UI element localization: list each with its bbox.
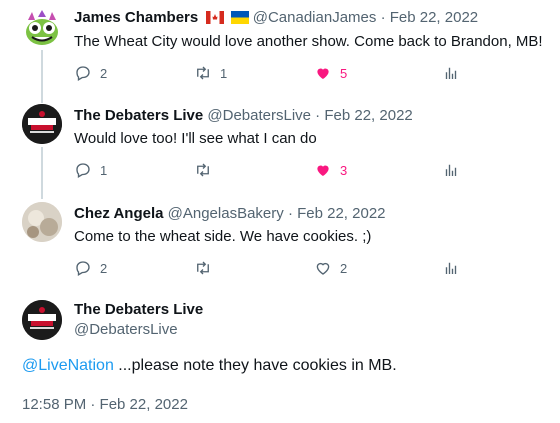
analytics-icon [445, 67, 457, 79]
reply-count: 1 [100, 162, 108, 178]
separator: · [287, 205, 293, 222]
tweet-actions: 2 2 [74, 258, 474, 278]
author-name[interactable]: The Debaters Live [74, 301, 203, 318]
heart-filled-icon [317, 165, 329, 176]
author-handle[interactable]: @DebatersLive [74, 321, 178, 338]
tweet-actions: 1 3 [74, 160, 474, 180]
thread-line [41, 95, 43, 103]
thread-line [41, 50, 43, 100]
like-count: 3 [340, 162, 348, 178]
retweet-icon [197, 66, 209, 80]
reply-tweet-1: James Chambers @CanadianJames · Feb 22, … [0, 0, 560, 100]
like-count: 2 [340, 260, 348, 276]
thread-line [41, 193, 43, 199]
main-tweet-body: ...please note they have cookies in MB. [113, 357, 397, 374]
author-name[interactable]: The Debaters Live [74, 107, 203, 124]
avatar[interactable] [22, 104, 62, 144]
retweet-icon [197, 163, 209, 177]
tweet-header: Chez Angela @AngelasBakery · Feb 22, 202… [74, 205, 386, 223]
author-name[interactable]: Chez Angela [74, 205, 163, 222]
analytics-icon [445, 262, 457, 274]
canada-flag-icon [206, 11, 225, 24]
main-author-handle-row: @DebatersLive [74, 321, 178, 339]
debaters-logo-icon [22, 104, 62, 144]
thread-line [41, 147, 43, 193]
retweet-icon [197, 261, 209, 275]
like-button[interactable]: 2 [314, 258, 347, 278]
author-name[interactable]: James Chambers [74, 9, 198, 26]
analytics-button[interactable] [442, 258, 460, 278]
reply-button[interactable]: 2 [74, 258, 107, 278]
reply-count: 2 [100, 260, 108, 276]
reply-icon [76, 66, 90, 81]
main-timestamp[interactable]: 12:58 PM · Feb 22, 2022 [22, 396, 188, 413]
retweet-button[interactable] [194, 160, 220, 180]
reply-icon [76, 163, 90, 178]
reply-tweet-3: Chez Angela @AngelasBakery · Feb 22, 202… [0, 193, 560, 290]
bakery-avatar-icon [22, 202, 62, 242]
separator: · [315, 107, 321, 124]
like-count: 5 [340, 65, 348, 81]
heart-filled-icon [317, 68, 329, 79]
tweet-date[interactable]: Feb 22, 2022 [297, 205, 385, 222]
tweet-text: The Wheat City would love another show. … [74, 33, 543, 50]
tweet-date[interactable]: Feb 22, 2022 [390, 9, 478, 26]
reply-button[interactable]: 1 [74, 160, 107, 180]
retweet-count: 1 [220, 65, 228, 81]
mention-link[interactable]: @LiveNation [22, 357, 114, 374]
debaters-logo-icon [22, 300, 62, 340]
avatar[interactable] [22, 202, 62, 242]
tweet-actions: 2 1 5 [74, 63, 474, 83]
analytics-icon [445, 164, 457, 176]
ukraine-flag-icon [230, 11, 249, 24]
main-tweet-text: @LiveNation ...please note they have coo… [22, 356, 397, 376]
main-author-name: The Debaters Live [74, 301, 203, 319]
tweet-date[interactable]: Feb 22, 2022 [324, 107, 412, 124]
monster-avatar-icon [26, 10, 58, 45]
separator: · [380, 9, 386, 26]
author-handle[interactable]: @CanadianJames [253, 9, 377, 26]
avatar[interactable] [22, 8, 62, 48]
reply-icon [76, 261, 90, 276]
like-button[interactable]: 3 [314, 160, 347, 180]
analytics-button[interactable] [442, 63, 460, 83]
like-button[interactable]: 5 [314, 63, 347, 83]
tweet-text: Would love too! I'll see what I can do [74, 130, 317, 147]
avatar[interactable] [22, 300, 62, 340]
reply-tweet-2: The Debaters Live @DebatersLive · Feb 22… [0, 95, 560, 193]
tweet-header: James Chambers @CanadianJames · Feb 22, … [74, 9, 478, 27]
retweet-button[interactable]: 1 [194, 63, 227, 83]
analytics-button[interactable] [442, 160, 460, 180]
heart-outline-icon [316, 262, 330, 275]
reply-button[interactable]: 2 [74, 63, 107, 83]
tweet-header: The Debaters Live @DebatersLive · Feb 22… [74, 107, 413, 125]
tweet-text: Come to the wheat side. We have cookies.… [74, 228, 372, 245]
author-handle[interactable]: @DebatersLive [207, 107, 311, 124]
reply-count: 2 [100, 65, 108, 81]
retweet-button[interactable] [194, 258, 220, 278]
author-handle[interactable]: @AngelasBakery [168, 205, 284, 222]
